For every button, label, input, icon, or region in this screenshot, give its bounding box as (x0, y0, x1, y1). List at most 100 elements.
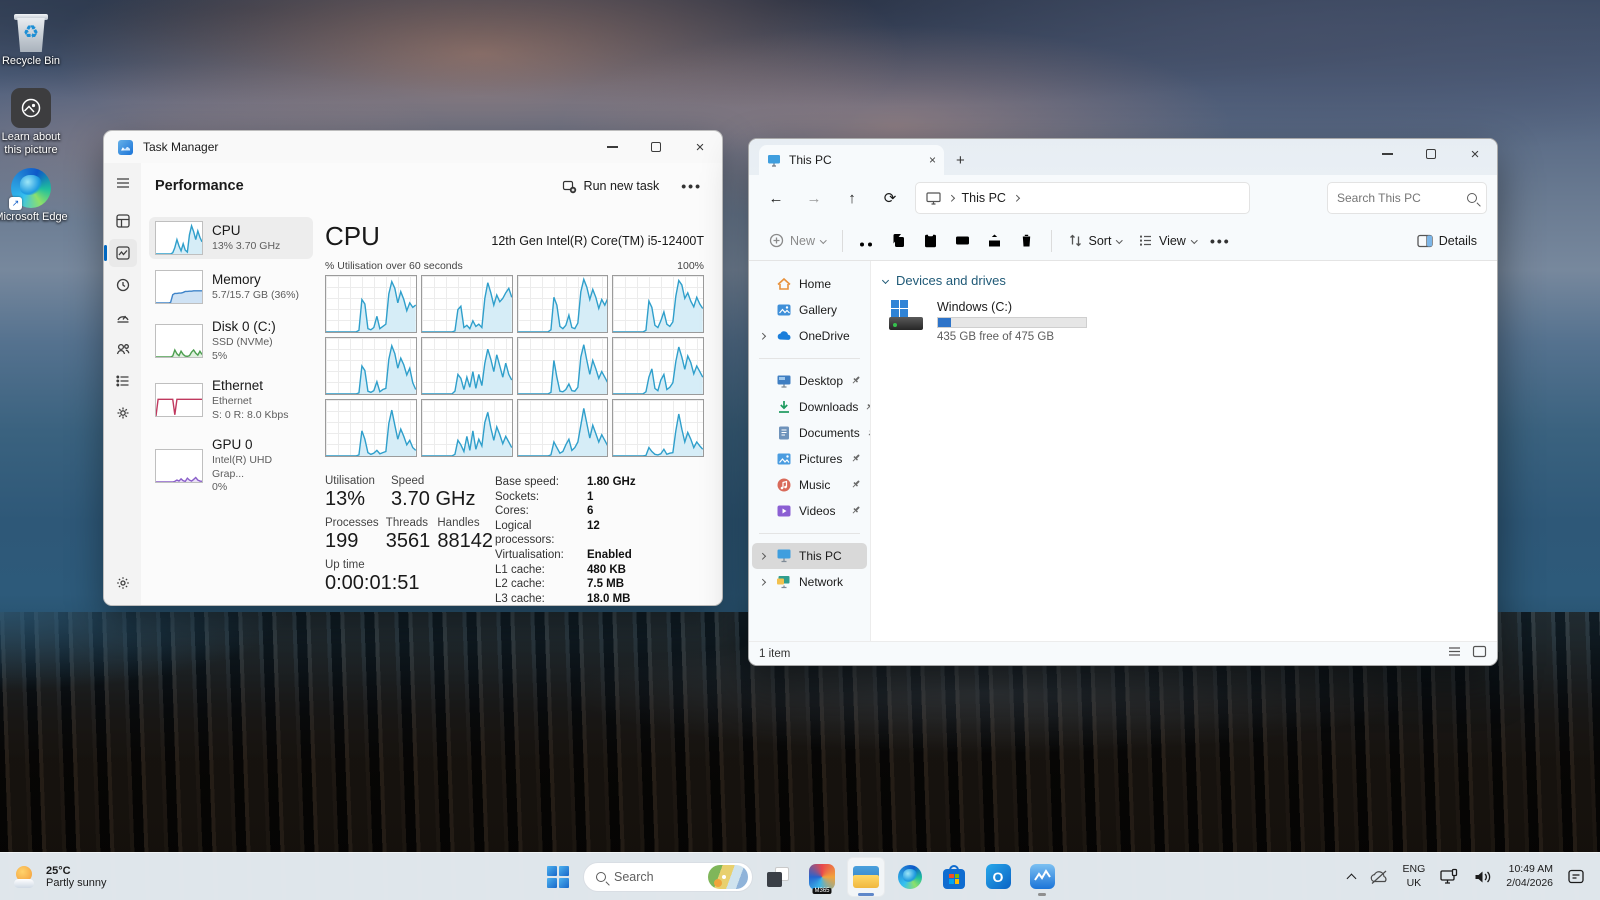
rename-button[interactable] (947, 226, 979, 256)
onedrive-tray-icon[interactable] (1364, 859, 1394, 895)
view-button[interactable]: View (1130, 227, 1204, 254)
widgets-button[interactable]: 25°C Partly sunny (0, 853, 119, 900)
collapse-chevron-icon[interactable] (882, 277, 889, 284)
menu-hamburger-icon[interactable] (109, 169, 137, 197)
settings-gear-icon[interactable] (109, 569, 137, 597)
cpu-stats: Utilisation13% Speed3.70 GHz Processes19… (325, 469, 493, 606)
minimize-button[interactable] (590, 132, 634, 162)
large-icons-view-icon[interactable] (1472, 645, 1487, 663)
more-options-icon[interactable]: ••• (681, 178, 702, 194)
performance-icon[interactable] (109, 239, 137, 267)
details-pane-icon (1417, 234, 1433, 248)
minimize-button[interactable] (1365, 139, 1409, 169)
app-history-icon[interactable] (109, 271, 137, 299)
new-tab-button[interactable]: + (956, 152, 965, 169)
nav-item-downloads[interactable]: Downloads (752, 394, 867, 420)
nav-label: Network (799, 575, 843, 589)
nav-item-desktop[interactable]: Desktop (752, 368, 867, 394)
desktop-icon-microsoft-edge[interactable]: ↗ Microsoft Edge (0, 168, 68, 224)
stat-value: 199 (325, 530, 386, 553)
nav-item-videos[interactable]: Videos (752, 498, 867, 524)
paste-button[interactable] (915, 226, 947, 256)
expand-chevron-icon[interactable] (759, 553, 765, 559)
nav-item-home[interactable]: Home (752, 271, 867, 297)
volume-tray-icon[interactable] (1468, 859, 1497, 895)
taskbar: 25°C Partly sunny Search (0, 852, 1600, 900)
core-chart (421, 275, 513, 333)
sidebar-item-cpu[interactable]: CPU 13% 3.70 GHz (149, 217, 313, 259)
copy-button[interactable] (883, 226, 915, 256)
group-devices-and-drives[interactable]: Devices and drives (883, 273, 1497, 288)
task-view-button[interactable] (759, 857, 797, 897)
details-pane-button[interactable]: Details (1409, 228, 1485, 254)
axis-label-right: 100% (677, 260, 704, 272)
language-indicator[interactable]: ENG UK (1398, 859, 1431, 895)
clock[interactable]: 10:49 AM 2/04/2026 (1501, 859, 1558, 895)
expand-chevron-icon[interactable] (759, 333, 765, 339)
taskbar-search-input[interactable]: Search (583, 862, 753, 892)
maximize-button[interactable] (634, 132, 678, 162)
sort-button[interactable]: Sort (1060, 227, 1130, 254)
users-icon[interactable] (109, 335, 137, 363)
item-count: 1 item (759, 648, 790, 660)
core-chart (612, 399, 704, 457)
sidebar-item-memory[interactable]: Memory 5.7/15.7 GB (36%) (149, 266, 313, 308)
close-button[interactable]: × (1453, 139, 1497, 169)
drive-item-windows-c[interactable]: Windows (C:) 435 GB free of 475 GB (889, 300, 1497, 343)
stat-label: Utilisation (325, 475, 391, 487)
spec-label: Base speed: (495, 475, 587, 490)
share-button[interactable] (979, 226, 1011, 256)
maximize-button[interactable] (1409, 139, 1453, 169)
details-view-icon[interactable] (1447, 645, 1462, 663)
breadcrumb-chevron-icon[interactable] (1013, 195, 1019, 201)
close-button[interactable]: × (678, 132, 722, 162)
run-new-task-button[interactable]: Run new task (552, 174, 670, 199)
services-icon[interactable] (109, 399, 137, 427)
sidebar-item-gpu[interactable]: GPU 0 Intel(R) UHD Grap... 0% (149, 433, 313, 499)
this-pc-icon (926, 192, 941, 205)
refresh-button[interactable]: ⟳ (873, 183, 907, 213)
tray-overflow-chevron-icon[interactable] (1343, 859, 1360, 895)
address-bar[interactable]: This PC (915, 182, 1250, 214)
task-manager-button[interactable] (1023, 857, 1061, 897)
desktop-icon-learn-about-picture[interactable]: Learn about this picture (0, 88, 68, 156)
edge-button[interactable] (891, 857, 929, 897)
startup-apps-icon[interactable] (109, 303, 137, 331)
sidebar-item-disk[interactable]: Disk 0 (C:) SSD (NVMe) 5% (149, 315, 313, 367)
nav-item-documents[interactable]: Documents (752, 420, 867, 446)
details-icon[interactable] (109, 367, 137, 395)
nav-item-pictures[interactable]: Pictures (752, 446, 867, 472)
explorer-tabstrip[interactable]: This PC × + × (749, 139, 1497, 175)
more-options-icon[interactable]: ••• (1204, 226, 1236, 256)
tab-close-icon[interactable]: × (929, 153, 936, 167)
cut-button[interactable] (851, 226, 883, 256)
nav-item-music[interactable]: Music (752, 472, 867, 498)
nav-item-onedrive[interactable]: OneDrive (752, 323, 867, 349)
expand-chevron-icon[interactable] (759, 579, 765, 585)
copilot-m365-button[interactable] (803, 857, 841, 897)
microsoft-store-button[interactable] (935, 857, 973, 897)
cpu-core-charts[interactable] (325, 275, 704, 457)
new-button[interactable]: New (761, 227, 834, 254)
status-bar: 1 item (749, 641, 1497, 665)
tab-this-pc[interactable]: This PC × (759, 145, 944, 175)
up-button[interactable]: ↑ (835, 183, 869, 213)
nav-item-network[interactable]: Network (752, 569, 867, 595)
nav-item-this-pc[interactable]: This PC (752, 543, 867, 569)
notification-center-icon[interactable] (1562, 859, 1590, 895)
processes-icon[interactable] (109, 207, 137, 235)
outlook-button[interactable] (979, 857, 1017, 897)
nav-item-gallery[interactable]: Gallery (752, 297, 867, 323)
sidebar-item-ethernet[interactable]: Ethernet Ethernet S: 0 R: 8.0 Kbps (149, 374, 313, 426)
network-tray-icon[interactable] (1434, 859, 1464, 895)
explorer-search-input[interactable]: Search This PC (1327, 182, 1487, 214)
delete-button[interactable] (1011, 226, 1043, 256)
start-button[interactable] (539, 857, 577, 897)
desktop-icon-recycle-bin[interactable]: ♻ Recycle Bin (0, 10, 68, 68)
file-explorer-button[interactable] (847, 857, 885, 897)
run-new-task-icon (562, 179, 577, 194)
breadcrumb-this-pc[interactable]: This PC (962, 191, 1006, 205)
forward-button[interactable]: → (797, 183, 831, 213)
task-manager-titlebar[interactable]: Task Manager × (104, 131, 722, 163)
back-button[interactable]: ← (759, 183, 793, 213)
